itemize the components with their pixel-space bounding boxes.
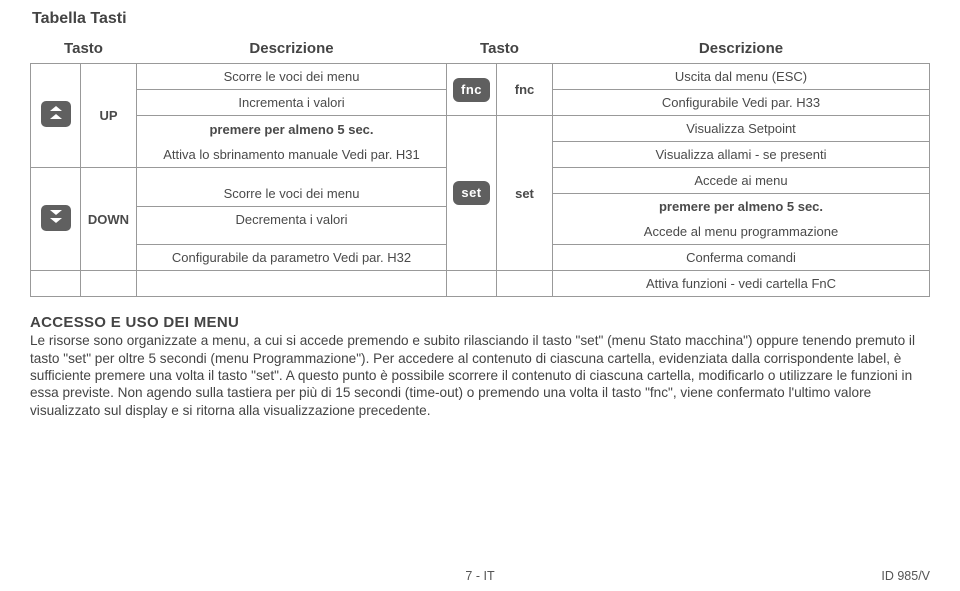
down-desc-1: Scorre le voci dei menu Decrementa i val… xyxy=(137,168,447,245)
up-line-0: Scorre le voci dei menu xyxy=(137,64,446,89)
set-line-0: Visualizza Setpoint xyxy=(553,116,929,141)
empty-desc xyxy=(137,271,447,297)
header-tasto-1: Tasto xyxy=(31,34,137,64)
down-line-1: Decrementa i valori xyxy=(137,206,446,232)
extra-line: Attiva funzioni - vedi cartella FnC xyxy=(553,271,930,297)
set-line-2: Accede ai menu xyxy=(553,168,929,193)
empty-icon-r xyxy=(447,271,497,297)
footer-center: 7 - IT xyxy=(30,569,930,583)
down-line-2: Configurabile da parametro Vedi par. H32 xyxy=(137,245,446,270)
fnc-desc: Uscita dal menu (ESC) Configurabile Vedi… xyxy=(553,64,930,116)
section-heading: ACCESSO E USO DEI MENU xyxy=(30,314,239,331)
up-key-cell xyxy=(31,64,81,168)
set-line-3: premere per almeno 5 sec. xyxy=(553,193,929,219)
set-desc-a: Visualizza Setpoint Visualizza allami - … xyxy=(553,116,930,168)
empty-label xyxy=(81,271,137,297)
fnc-line-1: Configurabile Vedi par. H33 xyxy=(553,89,929,115)
fnc-icon[interactable]: fnc xyxy=(453,78,490,102)
down-arrow-icon[interactable] xyxy=(41,205,71,231)
extra-text: Attiva funzioni - vedi cartella FnC xyxy=(553,271,929,296)
empty-icon xyxy=(31,271,81,297)
page-footer: 7 - IT ID 985/V xyxy=(30,569,930,583)
page-root: Tabella Tasti Tasto Descrizione Tasto De… xyxy=(0,0,960,591)
up-line-2: premere per almeno 5 sec. xyxy=(137,117,446,142)
down-line-0: Scorre le voci dei menu xyxy=(137,181,446,206)
set-line-1: Visualizza allami - se presenti xyxy=(553,141,929,167)
table-title: Tabella Tasti xyxy=(32,10,930,28)
down-key-cell xyxy=(31,168,81,271)
header-desc-1: Descrizione xyxy=(137,34,447,64)
fnc-line-0: Uscita dal menu (ESC) xyxy=(553,64,929,89)
header-desc-2: Descrizione xyxy=(553,34,930,64)
set-label: set xyxy=(497,116,553,271)
up-arrow-icon[interactable] xyxy=(41,101,71,127)
set-line-5: Conferma comandi xyxy=(553,245,929,270)
set-desc-b: Accede ai menu premere per almeno 5 sec.… xyxy=(553,168,930,245)
header-tasto-2: Tasto xyxy=(447,34,553,64)
up-line-1: Incrementa i valori xyxy=(137,89,446,115)
body-section: ACCESSO E USO DEI MENU Le risorse sono o… xyxy=(30,313,930,419)
down-label: DOWN xyxy=(81,168,137,271)
fnc-label: fnc xyxy=(497,64,553,116)
section-text: Le risorse sono organizzate a menu, a cu… xyxy=(30,333,915,418)
set-desc-c: Conferma comandi xyxy=(553,245,930,271)
up-desc-2: premere per almeno 5 sec. Attiva lo sbri… xyxy=(137,116,447,168)
table-header-row: Tasto Descrizione Tasto Descrizione xyxy=(31,34,930,64)
up-desc-1: Scorre le voci dei menu Incrementa i val… xyxy=(137,64,447,116)
fnc-key-cell: fnc xyxy=(447,64,497,116)
set-key-cell: set xyxy=(447,116,497,271)
set-icon[interactable]: set xyxy=(453,181,489,205)
keys-table: Tasto Descrizione Tasto Descrizione UP S… xyxy=(30,34,930,297)
set-line-4: Accede al menu programmazione xyxy=(553,219,929,244)
down-desc-2: Configurabile da parametro Vedi par. H32 xyxy=(137,245,447,271)
up-label: UP xyxy=(81,64,137,168)
empty-label-r xyxy=(497,271,553,297)
up-line-3: Attiva lo sbrinamento manuale Vedi par. … xyxy=(137,142,446,167)
